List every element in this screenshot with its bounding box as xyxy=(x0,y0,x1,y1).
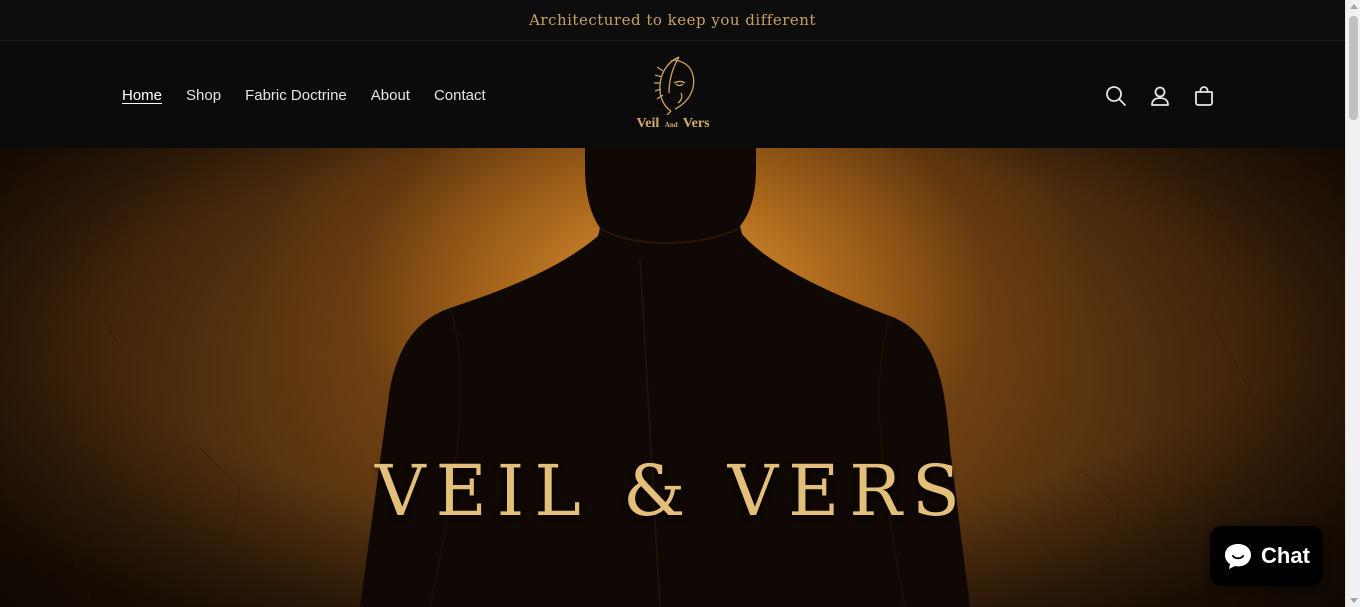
nav-home[interactable]: Home xyxy=(122,87,162,104)
hero-title: VEIL & VERS xyxy=(375,450,970,532)
logo-word-and: And xyxy=(664,121,678,129)
header-icons xyxy=(1104,84,1216,108)
cart-icon xyxy=(1195,86,1213,106)
nav-shop[interactable]: Shop xyxy=(186,87,221,104)
scrollbar-thumb[interactable] xyxy=(1349,16,1358,120)
nav-contact[interactable]: Contact xyxy=(434,87,486,104)
hero-banner: VEIL & VERS xyxy=(0,148,1345,607)
chat-label: Chat xyxy=(1261,543,1310,568)
account-icon xyxy=(1151,86,1169,106)
main-nav: Home Shop Fabric Doctrine About Contact xyxy=(122,87,486,104)
chat-button[interactable]: Chat xyxy=(1210,526,1323,586)
nav-fabric-doctrine[interactable]: Fabric Doctrine xyxy=(245,87,347,104)
site-logo[interactable]: Veil And Vers xyxy=(623,53,723,137)
search-icon xyxy=(1106,86,1126,106)
logo-word-vers: Vers xyxy=(682,116,710,131)
search-button[interactable] xyxy=(1104,84,1128,108)
announcement-text: Architectured to keep you different xyxy=(529,11,816,29)
chat-bubble-icon xyxy=(1225,544,1252,569)
scroll-down-arrow-icon[interactable] xyxy=(1350,598,1358,603)
site-header: Home Shop Fabric Doctrine About Contact … xyxy=(0,41,1345,148)
logo-word-veil: Veil xyxy=(636,116,660,131)
cart-button[interactable] xyxy=(1192,84,1216,108)
scroll-up-arrow-icon[interactable] xyxy=(1350,4,1358,9)
announcement-bar: Architectured to keep you different xyxy=(0,0,1345,41)
nav-about[interactable]: About xyxy=(371,87,410,104)
mask-quill-logo-icon xyxy=(654,56,695,115)
hero-silhouette-image xyxy=(0,148,1345,607)
logo-wordmark: Veil And Vers xyxy=(636,117,709,131)
account-button[interactable] xyxy=(1148,84,1172,108)
page-scrollbar[interactable] xyxy=(1345,0,1360,607)
